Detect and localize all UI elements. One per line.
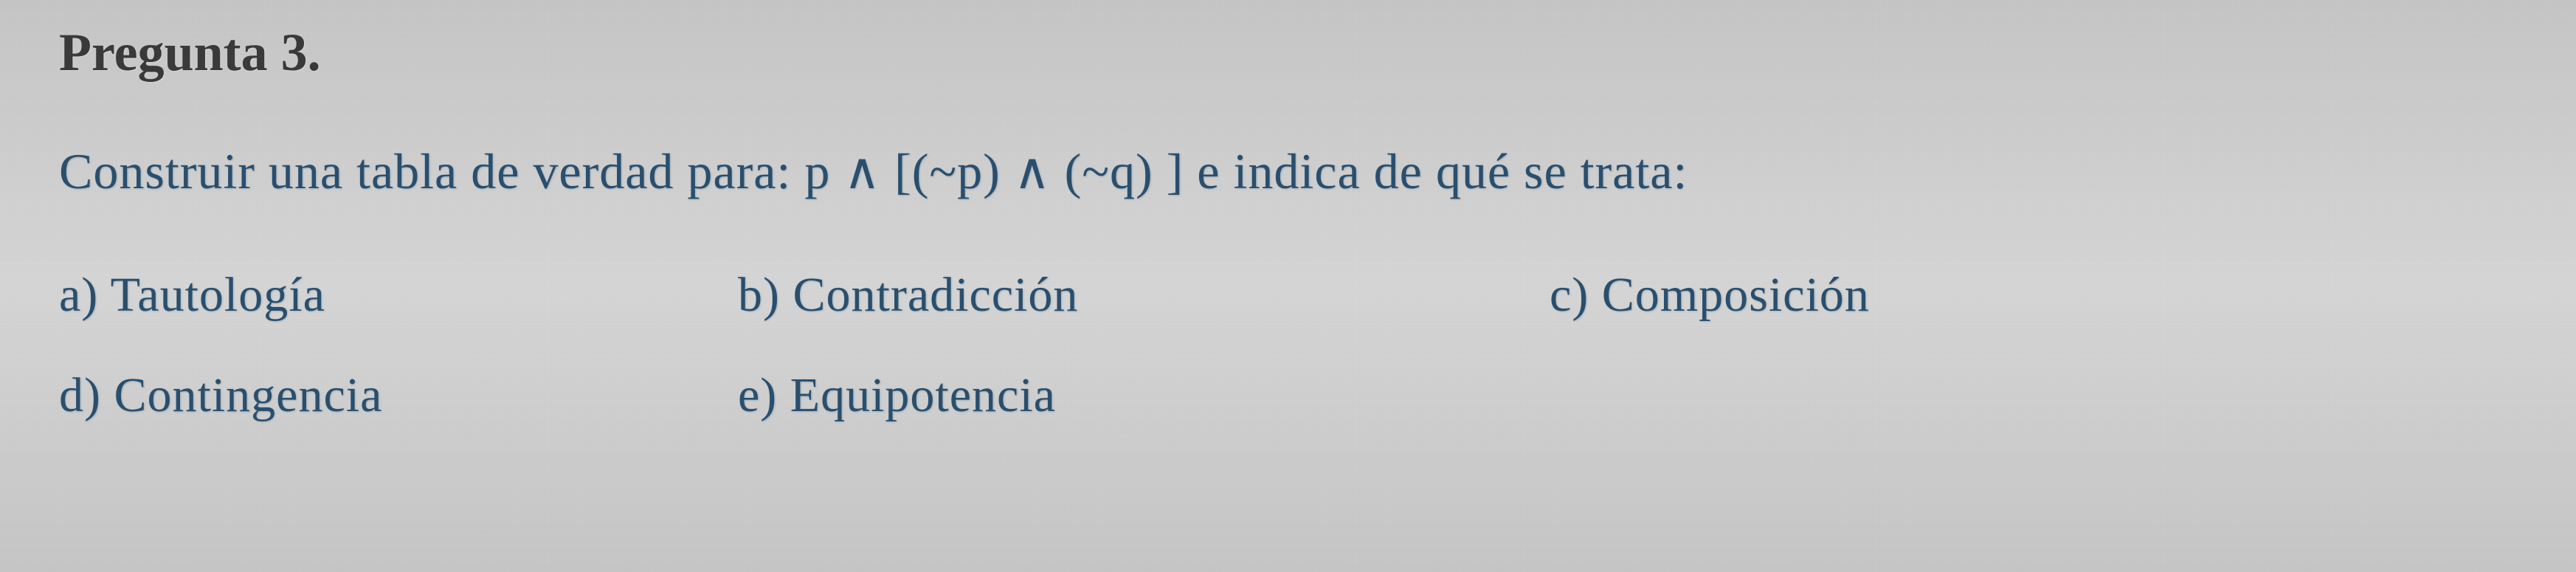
options-container: a) Tautología b) Contradicción c) Compos… [59, 267, 2517, 424]
question-title: Pregunta 3. [59, 22, 2517, 83]
option-b: b) Contradicción [738, 267, 1387, 323]
option-e: e) Equipotencia [738, 368, 1181, 424]
question-instruction: Construir una tabla de verdad para: p ∧ … [59, 142, 2517, 201]
options-row-1: a) Tautología b) Contradicción c) Compos… [59, 267, 2517, 323]
options-row-2: d) Contingencia e) Equipotencia [59, 368, 2517, 424]
option-a: a) Tautología [59, 267, 576, 323]
option-d: d) Contingencia [59, 368, 576, 424]
option-c: c) Composición [1550, 267, 1992, 323]
